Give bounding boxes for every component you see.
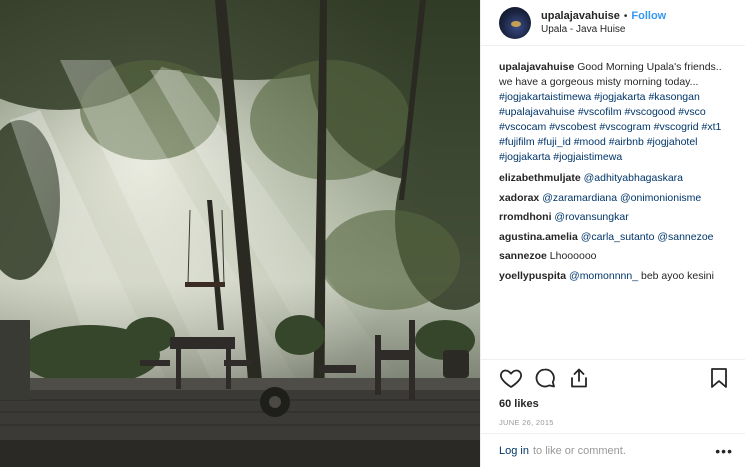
hashtag-link[interactable]: #jogjakartaistimewa <box>499 91 591 103</box>
comment-item: rromdhoni @rovansungkar <box>499 210 733 225</box>
mention-link[interactable]: @sannezoe <box>657 231 713 243</box>
comments-section: upalajavahuise Good Morning Upala's frie… <box>481 46 745 359</box>
comment-text: beb ayoo kesini <box>640 269 714 282</box>
hashtag-link[interactable]: #vscogram <box>599 121 650 133</box>
hashtag-link[interactable]: #fuji_id <box>538 136 571 148</box>
comment-username[interactable]: agustina.amelia <box>499 231 578 243</box>
hashtag-link[interactable]: #vscogrid <box>654 121 699 133</box>
follow-button[interactable]: Follow <box>631 10 666 23</box>
instagram-post: upalajavahuise • Follow Upala - Java Hui… <box>0 0 745 467</box>
hashtag-link[interactable]: #xt1 <box>702 121 722 133</box>
post-date[interactable]: JUNE 26, 2015 <box>481 413 745 433</box>
hashtag-link[interactable]: #kasongan <box>648 91 699 103</box>
caption-hashtags: #jogjakartaistimewa #jogjakarta #kasonga… <box>499 91 721 163</box>
header-row: upalajavahuise • Follow <box>541 10 666 23</box>
bookmark-icon[interactable] <box>707 366 731 390</box>
hashtag-link[interactable]: #airbnb <box>609 136 644 148</box>
header-text: upalajavahuise • Follow Upala - Java Hui… <box>541 10 666 36</box>
mention-link[interactable]: @carla_sutanto <box>581 231 655 243</box>
caption: upalajavahuise Good Morning Upala's frie… <box>499 60 733 165</box>
post-photo[interactable] <box>0 0 480 467</box>
comment-item: xadorax @zaramardiana @onimonionisme <box>499 191 733 206</box>
mention-link[interactable]: @momonnnn_ <box>569 270 638 282</box>
comment-text: Lhoooooo <box>549 250 597 262</box>
comment-username[interactable]: elizabethmuljate <box>499 172 581 184</box>
mention-link[interactable]: @onimonionisme <box>620 192 701 204</box>
comment-icon[interactable] <box>533 366 557 390</box>
login-suffix: to like or comment. <box>532 444 626 457</box>
hashtag-link[interactable]: #vscofilm <box>578 106 622 118</box>
hashtag-link[interactable]: #vscocam <box>499 121 546 133</box>
hashtag-link[interactable]: #jogjaistimewa <box>553 151 622 163</box>
hashtag-link[interactable]: #vscobest <box>549 121 596 133</box>
hashtag-link[interactable]: #jogjakarta <box>594 91 645 103</box>
username-link[interactable]: upalajavahuise <box>541 10 620 23</box>
location-link[interactable]: Upala - Java Huise <box>541 23 666 36</box>
comment-username[interactable]: sannezoe <box>499 250 547 262</box>
action-bar <box>481 359 745 395</box>
avatar[interactable] <box>499 6 531 39</box>
post-header: upalajavahuise • Follow Upala - Java Hui… <box>481 0 745 46</box>
misty-forest-image <box>0 0 480 467</box>
hashtag-link[interactable]: #vsco <box>678 106 705 118</box>
comment-item: elizabethmuljate @adhityabhagaskara <box>499 171 733 186</box>
login-link[interactable]: Log in <box>499 445 529 457</box>
login-footer: Log in to like or comment. ••• <box>481 433 745 467</box>
caption-author[interactable]: upalajavahuise <box>499 61 574 73</box>
share-icon[interactable] <box>567 366 591 390</box>
hashtag-link[interactable]: #jogjakarta <box>499 151 550 163</box>
hashtag-link[interactable]: #jogjahotel <box>647 136 698 148</box>
hashtag-link[interactable]: #mood <box>574 136 606 148</box>
comment-item: sannezoe Lhoooooo <box>499 249 733 264</box>
mention-link[interactable]: @rovansungkar <box>554 211 628 223</box>
mention-link[interactable]: @adhityabhagaskara <box>584 172 683 184</box>
separator-dot: • <box>623 10 628 22</box>
hashtag-link[interactable]: #upalajavahuise <box>499 106 575 118</box>
hashtag-link[interactable]: #fujifilm <box>499 136 535 148</box>
comment-item: yoellypuspita @momonnnn_ beb ayoo kesini <box>499 269 733 284</box>
hashtag-link[interactable]: #vscogood <box>625 106 676 118</box>
heart-icon[interactable] <box>499 366 523 390</box>
comment-item: agustina.amelia @carla_sutanto @sannezoe <box>499 230 733 245</box>
post-sidebar: upalajavahuise • Follow Upala - Java Hui… <box>480 0 745 467</box>
mention-link[interactable]: @zaramardiana <box>542 192 617 204</box>
comment-username[interactable]: xadorax <box>499 192 539 204</box>
comment-username[interactable]: yoellypuspita <box>499 270 566 282</box>
likes-count[interactable]: 60 likes <box>481 395 745 413</box>
more-options-icon[interactable]: ••• <box>715 443 733 459</box>
comment-list: elizabethmuljate @adhityabhagaskara xado… <box>499 171 733 284</box>
comment-username[interactable]: rromdhoni <box>499 211 552 223</box>
